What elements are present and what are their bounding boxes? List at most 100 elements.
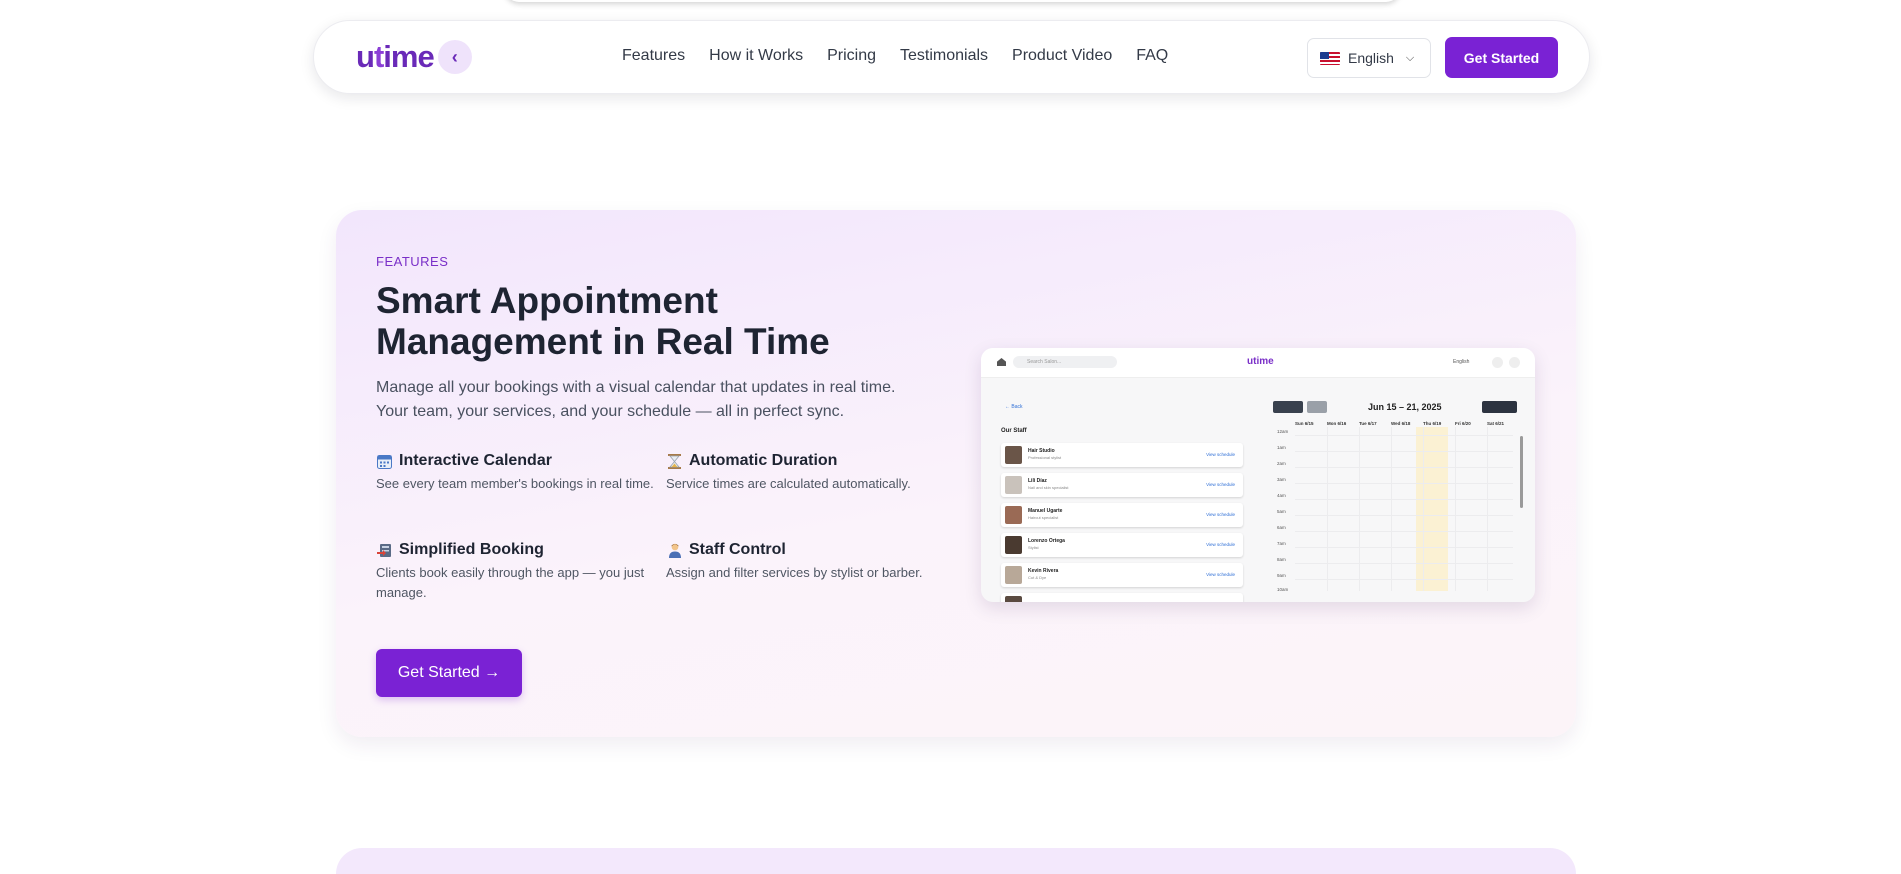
mockup-scrollbar bbox=[1520, 436, 1523, 508]
nav-link-faq[interactable]: FAQ bbox=[1136, 47, 1168, 65]
staff-schedule-link: View schedule bbox=[1206, 542, 1235, 547]
staff-role: Stylist bbox=[1028, 545, 1039, 550]
avatar bbox=[1005, 536, 1022, 554]
staff-schedule-link: View schedule bbox=[1206, 572, 1235, 577]
staff-role: Cut & Dye bbox=[1028, 575, 1047, 580]
nav-link-testimonials[interactable]: Testimonials bbox=[900, 47, 988, 65]
mockup-view-toggle bbox=[1482, 401, 1517, 413]
feature-title: Simplified Booking bbox=[399, 541, 544, 558]
features-section: FEATURES Smart Appointment Management in… bbox=[336, 210, 1576, 737]
calendar-hour-label: 7am bbox=[1277, 541, 1286, 546]
mockup-staff-row bbox=[1001, 593, 1243, 602]
feature-desc: Clients book easily through the app — yo… bbox=[376, 565, 645, 600]
avatar bbox=[1005, 566, 1022, 584]
feature-desc: Service times are calculated automatical… bbox=[666, 476, 911, 491]
calendar-day-header: Thu 6/19 bbox=[1423, 421, 1442, 426]
grid-line bbox=[1295, 579, 1513, 580]
brand-logo[interactable]: utime ‹ bbox=[356, 39, 472, 75]
nav-link-features[interactable]: Features bbox=[622, 47, 685, 65]
calendar-hour-label: 1am bbox=[1277, 445, 1286, 450]
main-nav: Features How it Works Pricing Testimonia… bbox=[622, 47, 1168, 65]
calendar-day-header: Sat 6/21 bbox=[1487, 421, 1505, 426]
calendar-day-header: Sun 6/15 bbox=[1295, 421, 1314, 426]
mockup-date-range: Jun 15 – 21, 2025 bbox=[1368, 402, 1442, 412]
mockup-calendar-nav bbox=[1273, 401, 1303, 413]
mockup-staff-title: Our Staff bbox=[1001, 428, 1027, 434]
language-selector[interactable]: English ⌵ bbox=[1307, 38, 1431, 78]
section-subtext: Manage all your bookings with a visual c… bbox=[376, 379, 896, 420]
language-label: English bbox=[1348, 50, 1394, 66]
avatar bbox=[1005, 596, 1022, 602]
mockup-staff-row: Hair Studio Professional stylist View sc… bbox=[1001, 443, 1243, 467]
hourglass-icon bbox=[666, 453, 683, 470]
staff-name: Lorenzo Ortega bbox=[1028, 538, 1065, 544]
feature-simplified-booking: Simplified Booking Clients book easily t… bbox=[376, 541, 656, 603]
staff-schedule-link: View schedule bbox=[1206, 482, 1235, 487]
person-icon bbox=[666, 542, 683, 559]
calendar-hour-label: 10am bbox=[1277, 587, 1289, 592]
grid-line bbox=[1295, 531, 1513, 532]
calendar-hour-label: 12am bbox=[1277, 429, 1289, 434]
feature-desc: See every team member's bookings in real… bbox=[376, 476, 654, 491]
grid-line bbox=[1295, 451, 1513, 452]
staff-name: Lili Díaz bbox=[1028, 478, 1047, 484]
calendar-day-header: Fri 6/20 bbox=[1455, 421, 1471, 426]
staff-schedule-link: View schedule bbox=[1206, 512, 1235, 517]
previous-section-edge bbox=[505, 0, 1400, 2]
grid-line bbox=[1295, 563, 1513, 564]
staff-name: Hair Studio bbox=[1028, 448, 1055, 454]
calendar-hour-label: 8am bbox=[1277, 557, 1286, 562]
section-headline: Smart Appointment Management in Real Tim… bbox=[376, 280, 830, 362]
feature-interactive-calendar: Interactive Calendar See every team memb… bbox=[376, 452, 656, 494]
feature-title: Interactive Calendar bbox=[399, 452, 552, 469]
nav-link-product-video[interactable]: Product Video bbox=[1012, 47, 1112, 65]
grid-line bbox=[1295, 435, 1513, 436]
mockup-back-link: ← Back bbox=[1005, 404, 1023, 410]
calendar-hour-label: 2am bbox=[1277, 461, 1286, 466]
mockup-staff-row: Manuel Ugarte Haircut specialist View sc… bbox=[1001, 503, 1243, 527]
feature-title: Staff Control bbox=[689, 541, 786, 558]
mockup-staff-row: Kevin Rivera Cut & Dye View schedule bbox=[1001, 563, 1243, 587]
app-mockup-image: Search Salon... utime English ← Back Our… bbox=[981, 348, 1535, 602]
mockup-topbar: Search Salon... utime English bbox=[981, 348, 1535, 378]
avatar bbox=[1005, 476, 1022, 494]
staff-schedule-link: View schedule bbox=[1206, 452, 1235, 457]
get-started-nav-button[interactable]: Get Started bbox=[1445, 37, 1558, 78]
mockup-today-button bbox=[1307, 401, 1327, 413]
nav-link-pricing[interactable]: Pricing bbox=[827, 47, 876, 65]
feature-automatic-duration: Automatic Duration Service times are cal… bbox=[666, 452, 946, 494]
chevron-down-icon: ⌵ bbox=[1405, 51, 1415, 64]
grid-line bbox=[1295, 547, 1513, 548]
mockup-search: Search Salon... bbox=[1013, 356, 1117, 368]
grid-line bbox=[1295, 467, 1513, 468]
calendar-hour-label: 3am bbox=[1277, 477, 1286, 482]
calendar-hour-label: 4am bbox=[1277, 493, 1286, 498]
logo-wordmark: utime bbox=[356, 39, 435, 74]
nav-link-how-it-works[interactable]: How it Works bbox=[709, 47, 803, 65]
avatar bbox=[1005, 506, 1022, 524]
staff-role: Haircut specialist bbox=[1028, 515, 1059, 520]
grid-line bbox=[1295, 483, 1513, 484]
grid-line bbox=[1295, 499, 1513, 500]
calendar-day-header: Tue 6/17 bbox=[1359, 421, 1377, 426]
calendar-hour-label: 6am bbox=[1277, 525, 1286, 530]
grid-line bbox=[1295, 515, 1513, 516]
home-icon bbox=[997, 358, 1006, 366]
staff-name: Kevin Rivera bbox=[1028, 568, 1059, 574]
section-eyebrow: FEATURES bbox=[376, 254, 449, 269]
logout-icon bbox=[1509, 357, 1520, 368]
calendar-hour-label: 9am bbox=[1277, 573, 1286, 578]
mockup-language: English bbox=[1453, 359, 1470, 365]
chevron-left-icon[interactable]: ‹ bbox=[437, 40, 472, 74]
staff-name: Manuel Ugarte bbox=[1028, 508, 1063, 514]
us-flag-icon bbox=[1320, 51, 1340, 65]
staff-role: Professional stylist bbox=[1028, 455, 1062, 460]
avatar bbox=[1005, 446, 1022, 464]
feature-desc: Assign and filter services by stylist or… bbox=[666, 565, 923, 580]
mockup-staff-row: Lorenzo Ortega Stylist View schedule bbox=[1001, 533, 1243, 557]
get-started-button[interactable]: Get Started → bbox=[376, 649, 522, 697]
top-navbar: utime ‹ Features How it Works Pricing Te… bbox=[313, 20, 1590, 94]
feature-staff-control: Staff Control Assign and filter services… bbox=[666, 541, 946, 583]
staff-role: Nail and skin specialist bbox=[1028, 485, 1069, 490]
next-section-edge bbox=[336, 848, 1576, 874]
